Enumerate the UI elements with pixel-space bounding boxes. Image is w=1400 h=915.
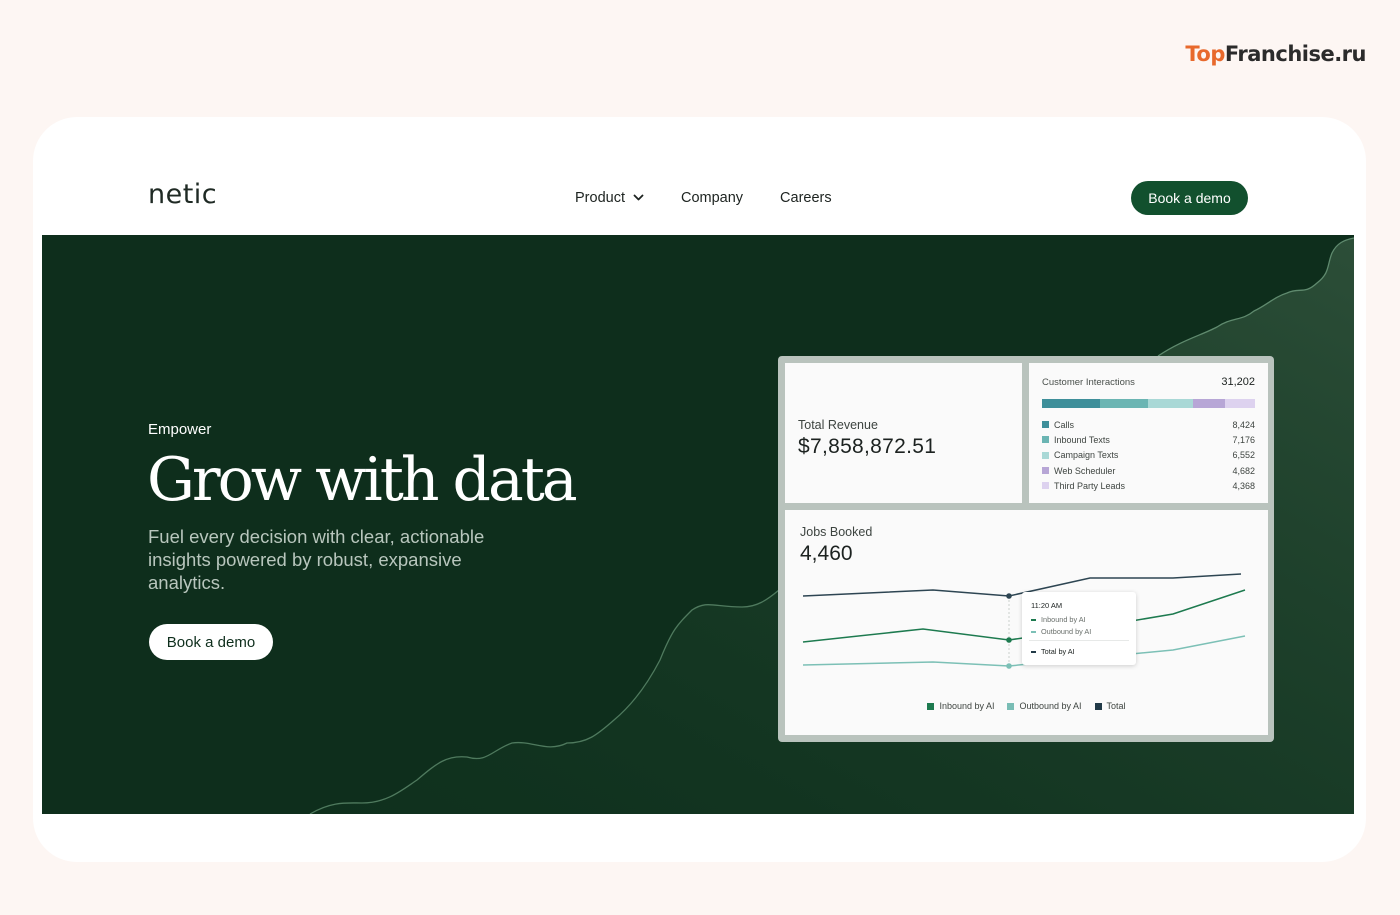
outbound-swatch-icon xyxy=(1031,630,1036,633)
interaction-bar-segment xyxy=(1099,399,1149,408)
total-swatch-icon xyxy=(1031,650,1036,653)
legend-total-label: Total xyxy=(1106,701,1126,711)
interaction-swatch-icon xyxy=(1042,436,1049,444)
interactions-list: Calls 8,424 Inbound Texts 7,176 Campaign Tex… xyxy=(1042,417,1255,493)
interaction-row: Campaign Texts 6,552 xyxy=(1042,448,1255,463)
legend-inbound-label: Inbound by AI xyxy=(939,701,995,711)
inbound-swatch-icon xyxy=(1031,618,1036,621)
interaction-swatch-icon xyxy=(1042,421,1049,429)
customer-interactions-card: Customer Interactions 31,202 Calls 8,424 I… xyxy=(1029,363,1268,503)
watermark-logo: TopFranchise.ru xyxy=(1185,42,1366,66)
total-revenue-value: $7,858,872.51 xyxy=(798,435,937,458)
interaction-value: 4,682 xyxy=(1232,465,1255,476)
hero-headline: Grow with data xyxy=(147,445,578,515)
interaction-swatch-icon xyxy=(1042,482,1049,490)
interaction-name: Campaign Texts xyxy=(1054,450,1119,461)
interaction-name: Calls xyxy=(1054,419,1075,430)
interaction-bar-segment xyxy=(1193,399,1226,408)
interaction-row: Web Scheduler 4,682 xyxy=(1042,463,1255,478)
interaction-value: 8,424 xyxy=(1232,419,1255,430)
hero-eyebrow: Empower xyxy=(148,421,212,438)
interaction-row: Third Party Leads 4,368 xyxy=(1042,478,1255,493)
nav-product-label: Product xyxy=(575,190,625,206)
watermark-part-top: Top xyxy=(1185,42,1225,66)
tooltip-row-inbound: Inbound by AI xyxy=(1031,615,1086,624)
nav-company-link[interactable]: Company xyxy=(681,190,743,206)
hero-section: Empower Grow with data Fuel every decisi… xyxy=(42,235,1354,814)
tooltip-divider xyxy=(1029,640,1129,641)
interaction-row: Calls 8,424 xyxy=(1042,417,1255,432)
interaction-row: Inbound Texts 7,176 xyxy=(1042,432,1255,447)
legend-item-inbound[interactable]: Inbound by AI xyxy=(927,701,994,711)
interaction-name: Web Scheduler xyxy=(1054,465,1116,476)
dashboard-preview: Total Revenue $7,858,872.51 Customer Int… xyxy=(778,356,1274,742)
interactions-stacked-bar xyxy=(1042,399,1255,408)
total-revenue-label: Total Revenue xyxy=(798,418,878,432)
series-outbound-hover-point xyxy=(1006,663,1012,669)
tooltip-outbound-label: Outbound by AI xyxy=(1041,627,1092,636)
customer-interactions-total: 31,202 xyxy=(1221,376,1255,388)
interaction-name: Inbound Texts xyxy=(1054,434,1110,445)
series-total-hover-point xyxy=(1006,593,1012,599)
customer-interactions-title: Customer Interactions xyxy=(1042,377,1135,388)
top-navigation: netic Product Company Careers Book a dem… xyxy=(33,117,1366,235)
interaction-value: 6,552 xyxy=(1232,450,1255,461)
chart-tooltip: 11:20 AM Inbound by AI Outbound by AI To… xyxy=(1022,592,1136,665)
series-inbound-hover-point xyxy=(1006,637,1012,643)
legend-outbound-swatch-icon xyxy=(1007,702,1015,710)
nav-careers-link[interactable]: Careers xyxy=(780,190,832,206)
interaction-value: 7,176 xyxy=(1232,434,1255,445)
tooltip-row-total: Total by AI xyxy=(1031,647,1075,656)
interaction-bar-segment xyxy=(1225,399,1255,408)
nav-links: Product Company Careers xyxy=(575,190,832,206)
legend-outbound-label: Outbound by AI xyxy=(1019,701,1082,711)
interaction-swatch-icon xyxy=(1042,451,1049,459)
watermark-part-franchise: Franchise.ru xyxy=(1224,42,1367,66)
nav-book-demo-button[interactable]: Book a demo xyxy=(1131,181,1248,215)
jobs-booked-card: Jobs Booked 4,460 11:20 AM Inbound by AI… xyxy=(785,510,1268,735)
tooltip-time: 11:20 AM xyxy=(1031,601,1063,610)
hero-subheadline: Fuel every decision with clear, actionab… xyxy=(148,526,485,593)
legend-total-swatch-icon xyxy=(1094,702,1102,710)
hero-book-demo-button[interactable]: Book a demo xyxy=(149,624,273,660)
tooltip-row-outbound: Outbound by AI xyxy=(1031,627,1091,636)
netic-logo[interactable]: netic xyxy=(148,179,217,210)
legend-item-total[interactable]: Total xyxy=(1094,701,1126,711)
legend-item-outbound[interactable]: Outbound by AI xyxy=(1007,701,1082,711)
chevron-down-icon xyxy=(633,194,644,201)
interaction-swatch-icon xyxy=(1042,467,1049,475)
legend-inbound-swatch-icon xyxy=(927,702,935,710)
nav-product-menu[interactable]: Product xyxy=(575,190,644,206)
page-card: netic Product Company Careers Book a dem… xyxy=(33,117,1366,862)
chart-legend: Inbound by AI Outbound by AI Total xyxy=(785,701,1268,711)
interaction-bar-segment xyxy=(1148,399,1194,408)
total-revenue-card: Total Revenue $7,858,872.51 xyxy=(785,363,1022,503)
interaction-name: Third Party Leads xyxy=(1054,480,1126,491)
tooltip-total-label: Total by AI xyxy=(1041,647,1075,656)
interaction-bar-segment xyxy=(1042,399,1100,408)
interaction-value: 4,368 xyxy=(1232,480,1255,491)
tooltip-inbound-label: Inbound by AI xyxy=(1041,615,1086,624)
